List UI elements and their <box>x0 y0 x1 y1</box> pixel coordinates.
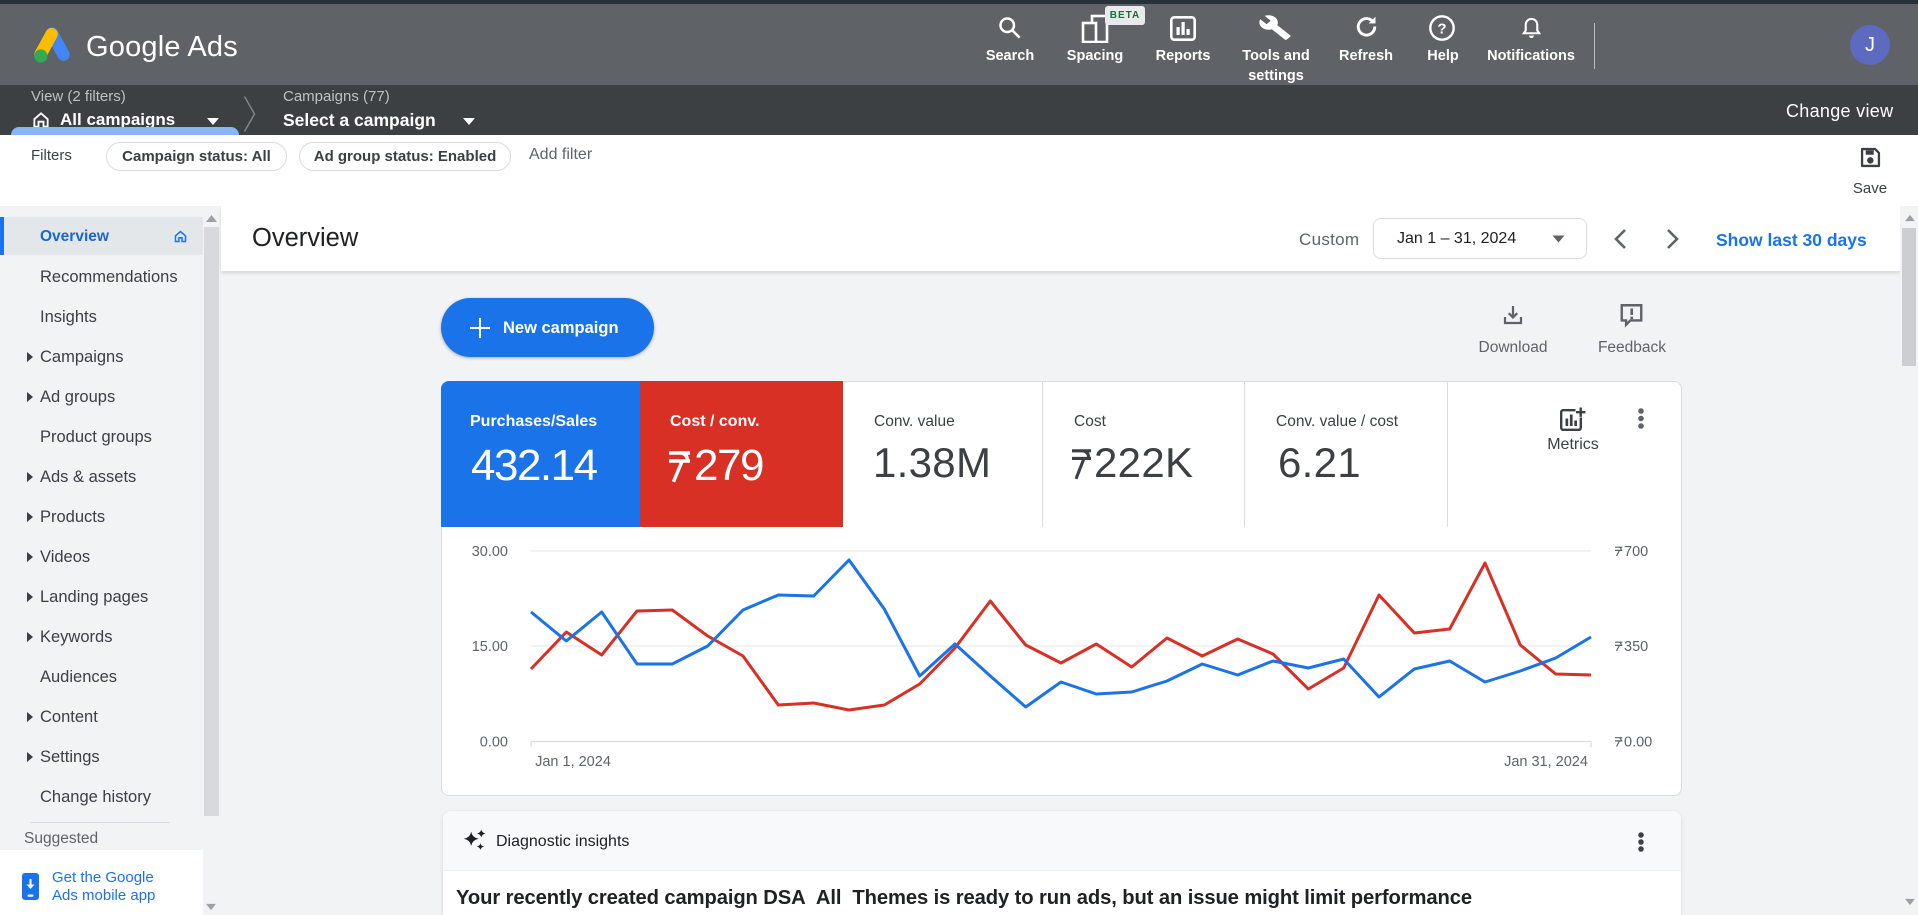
svg-text:0.00: 0.00 <box>1624 735 1652 751</box>
svg-text:0.00: 0.00 <box>480 735 508 751</box>
svg-text:Jan 1, 2024: Jan 1, 2024 <box>535 754 611 770</box>
svg-text:Jan 31, 2024: Jan 31, 2024 <box>1504 754 1588 770</box>
svg-text:700: 700 <box>1624 544 1648 560</box>
svg-text:30.00: 30.00 <box>472 544 508 560</box>
svg-text:15.00: 15.00 <box>472 639 508 655</box>
svg-text:?: ? <box>1437 20 1446 37</box>
svg-text:350: 350 <box>1624 639 1648 655</box>
